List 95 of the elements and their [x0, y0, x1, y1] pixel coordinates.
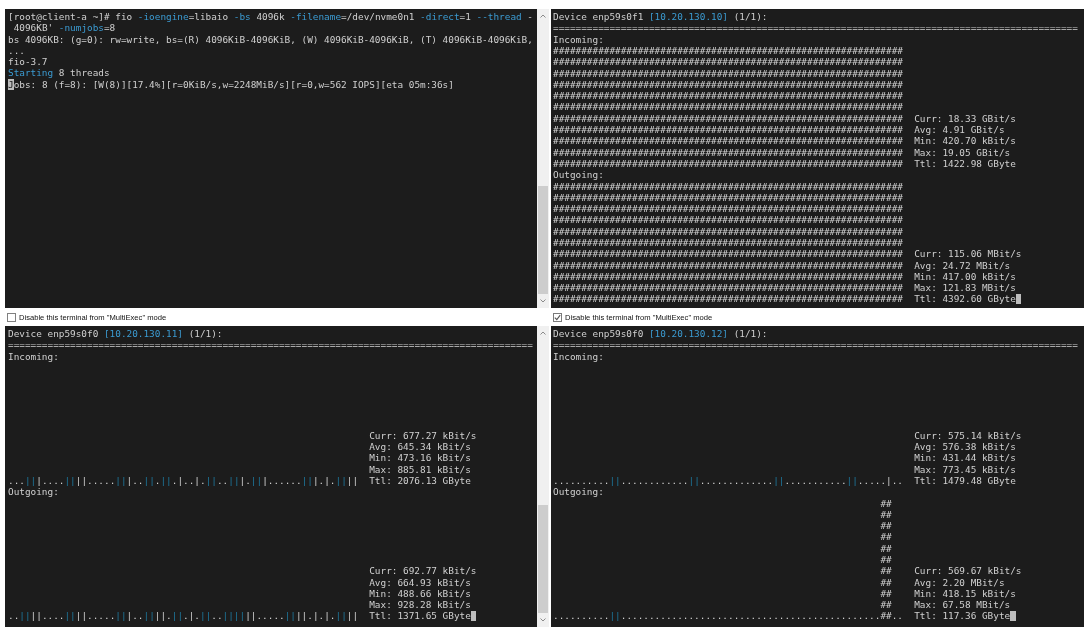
- stat-text: Ttl: 1479.48 GByte: [914, 474, 1016, 487]
- stat-text: Curr: 575.14 kBit/s: [914, 429, 1022, 441]
- stat-text: Avg: 664.93 kBit/s: [369, 576, 471, 588]
- graph-row: ##############################################################: [553, 78, 903, 91]
- caret-up-icon[interactable]: [540, 14, 546, 18]
- graph-row: ##############################################################: [553, 146, 903, 158]
- caret-down-icon[interactable]: [540, 618, 546, 622]
- stat-text: Curr: 677.27 kBit/s: [369, 429, 477, 441]
- graph-row: ##############################################################: [553, 157, 903, 170]
- section-label: Incoming:: [553, 350, 604, 362]
- graph-row: ##############################################################: [553, 225, 903, 237]
- graph-row: ##: [880, 508, 892, 521]
- graph-row: ##############################################################: [553, 101, 903, 113]
- scrollbar-thumb[interactable]: [538, 186, 548, 294]
- graph-row: ##: [880, 565, 892, 577]
- stat-text: Min: 418.15 kBit/s: [914, 587, 1016, 600]
- graph-row: ##############################################################: [553, 203, 903, 215]
- graph-row: ...|||....||||.....|||..||.||.|..|.||..|||.|||......|||.|.||||: [8, 474, 359, 487]
- stat-text: Curr: 18.33 GBit/s: [914, 112, 1016, 124]
- graph-row: ##: [880, 587, 892, 600]
- graph-row: ##############################################################: [553, 112, 903, 124]
- stat-text: Curr: 115.06 MBit/s: [914, 248, 1022, 260]
- graph-row: ##: [880, 531, 892, 543]
- graph-row: ..........||..............................................##..: [553, 610, 903, 622]
- separator-line: =============================================================================================: [553, 339, 1078, 351]
- terminal-line: Jobs: 8 (f=8): [W(8)][17.4%][r=0KiB/s,w=2248MiB/s][r=0,w=562 IOPS][eta 05m:36s]: [8, 78, 454, 91]
- graph-row: ..........||............||.............||...........||.....|..: [553, 474, 903, 487]
- graph-row: ##############################################################: [553, 90, 903, 102]
- graph-row: ##############################################################: [553, 44, 903, 57]
- graph-row: ..||||....||||.....|||..||||.||.|.||..||||||.....||||.|.|.||||: [8, 610, 359, 622]
- stat-text: Min: 420.70 kBit/s: [914, 135, 1016, 147]
- graph-row: ##############################################################: [553, 56, 903, 68]
- section-label: Incoming:: [553, 33, 604, 45]
- graph-row: ##: [880, 554, 892, 566]
- checkbox[interactable]: [553, 312, 562, 322]
- stat-text: Avg: 576.38 kBit/s: [914, 441, 1016, 453]
- stat-text: Min: 488.66 kBit/s: [369, 587, 471, 600]
- device-header: Device enp59s0f1 [10.20.130.10] (1/1):: [553, 11, 768, 23]
- section-label: Outgoing:: [553, 169, 604, 181]
- terminal-line: ...: [8, 44, 25, 57]
- stat-text: Curr: 692.77 kBit/s: [369, 565, 477, 577]
- device-header: Device enp59s0f0 [10.20.130.12] (1/1):: [553, 328, 768, 340]
- graph-row: ##: [880, 599, 892, 611]
- graph-row: ##: [880, 497, 892, 509]
- scrollbar-thumb[interactable]: [538, 505, 548, 613]
- separator-line: =============================================================================================: [553, 22, 1078, 34]
- graph-row: ##############################################################: [553, 282, 903, 294]
- stat-text: Min: 473.16 kBit/s: [369, 452, 471, 464]
- caret-down-icon[interactable]: [540, 299, 546, 303]
- graph-row: ##############################################################: [553, 191, 903, 204]
- graph-row: ##############################################################: [553, 214, 903, 226]
- scrollbar[interactable]: [537, 326, 549, 627]
- stat-text: Ttl: 2076.13 GByte: [369, 474, 471, 487]
- stat-text: Min: 431.44 kBit/s: [914, 452, 1016, 464]
- terminal-line: [root@client-a ~]# fio -ioengine=libaio -bs 4096k -filename=/dev/nvme0n1 -direct=1 --thread -: [8, 11, 533, 23]
- graph-row: ##: [880, 520, 892, 532]
- graph-row: ##############################################################: [553, 180, 903, 192]
- stat-text: Ttl: 1422.98 GByte: [914, 157, 1016, 170]
- checkbox[interactable]: [7, 312, 16, 322]
- stat-text: Avg: 4.91 GBit/s: [914, 124, 1005, 136]
- stat-text: Min: 417.00 kBit/s: [914, 270, 1016, 283]
- stat-text: Curr: 569.67 kBit/s: [914, 565, 1022, 577]
- stat-text: Avg: 645.34 kBit/s: [369, 441, 471, 453]
- graph-row: ##############################################################: [553, 248, 903, 260]
- graph-row: ##############################################################: [553, 259, 903, 271]
- separator-line: =============================================================================================: [8, 339, 533, 351]
- stat-text: Ttl: 4392.60 GByte: [914, 293, 1016, 305]
- terminal-line: 4096KB' -numjobs=8: [13, 22, 116, 34]
- graph-row: ##############################################################: [553, 270, 903, 283]
- stat-text: Max: 773.45 kBit/s: [914, 463, 1016, 475]
- section-label: Incoming:: [8, 350, 59, 362]
- graph-row: ##############################################################: [553, 124, 903, 136]
- graph-row: ##############################################################: [553, 67, 903, 79]
- section-label: Outgoing:: [553, 486, 604, 498]
- graph-row: ##: [880, 576, 892, 588]
- section-label: Outgoing:: [8, 486, 59, 498]
- graph-row: ##############################################################: [553, 293, 903, 305]
- graph-row: ##############################################################: [553, 135, 903, 147]
- terminal-line: bs 4096KB: (g=0): rw=write, bs=(R) 4096KiB-4096KiB, (W) 4096KiB-4096KiB, (T) 4096KiB-4096KiB,: [8, 33, 533, 45]
- graph-row: ##############################################################: [553, 237, 903, 249]
- stat-text: Max: 67.58 MBit/s: [914, 599, 1011, 611]
- stat-text: Avg: 2.20 MBit/s: [914, 576, 1005, 588]
- device-header: Device enp59s0f0 [10.20.130.11] (1/1):: [8, 328, 223, 340]
- graph-row: ##: [880, 542, 892, 554]
- stat-text: Max: 928.28 kBit/s: [369, 599, 471, 611]
- stat-text: Avg: 24.72 MBit/s: [914, 259, 1011, 271]
- stat-text: Max: 885.81 kBit/s: [369, 463, 471, 475]
- stat-text: Max: 19.05 GBit/s: [914, 146, 1011, 158]
- terminal-line: fio-3.7: [8, 56, 48, 68]
- caret-up-icon[interactable]: [540, 331, 546, 335]
- terminal-line: Starting 8 threads: [8, 67, 110, 79]
- stat-text: Max: 121.83 MBit/s: [914, 282, 1016, 294]
- stat-text: Ttl: 117.36 GByte: [914, 610, 1011, 622]
- scrollbar[interactable]: [537, 9, 549, 308]
- stat-text: Ttl: 1371.65 GByte: [369, 610, 471, 622]
